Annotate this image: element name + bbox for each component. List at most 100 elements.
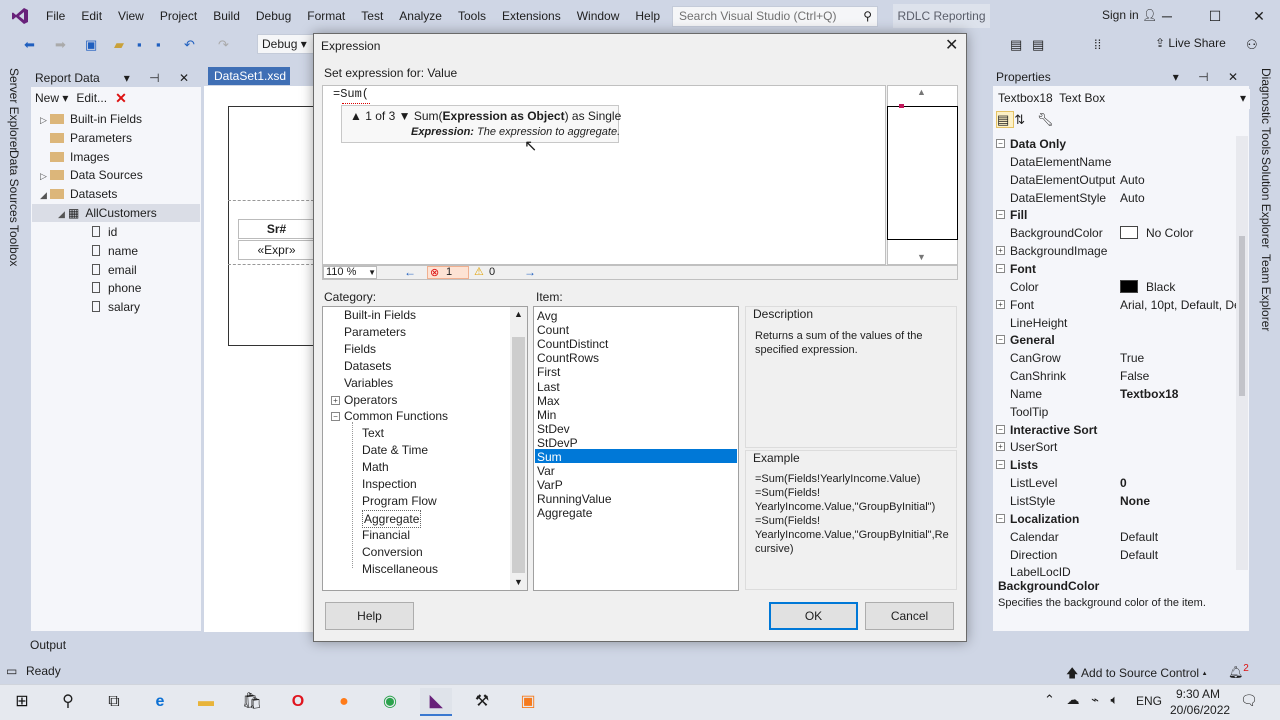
save-icon[interactable]: ▪ (137, 37, 142, 52)
category-item[interactable]: Common Functions (344, 408, 448, 424)
menu-item-file[interactable]: File (38, 0, 73, 32)
object-selector[interactable]: Textbox18 Text Box ▾ (994, 89, 1250, 109)
category-item[interactable]: Inspection (362, 476, 417, 492)
property-value[interactable]: Auto (1120, 171, 1236, 189)
menu-item-help[interactable]: Help (627, 0, 668, 32)
property-row[interactable]: CanShrink False (996, 367, 1236, 385)
language-indicator[interactable]: ENG (1136, 694, 1162, 708)
data-sources-tab[interactable]: Data Sources (7, 150, 21, 223)
property-value[interactable]: True (1120, 349, 1236, 367)
panel-pin-close-icon[interactable]: ▾ ⊣ ✕ (124, 71, 197, 85)
firefox-icon[interactable]: ● (330, 688, 358, 716)
menu-item-edit[interactable]: Edit (73, 0, 110, 32)
action-center-icon[interactable]: 🗨︎ (1240, 692, 1258, 709)
property-row[interactable]: + BackgroundImage (996, 242, 1236, 260)
category-item[interactable]: Conversion (362, 544, 423, 560)
system-tray-icons[interactable]: ⌃ ☁ ⌁ 🔈︎ (1044, 692, 1122, 708)
category-item[interactable]: Operators (344, 392, 397, 408)
dialog-close-button[interactable]: ✕ (945, 35, 958, 55)
property-row[interactable]: − Lists (996, 456, 1236, 474)
align2-icon[interactable]: ▤ (1032, 37, 1044, 53)
feedback-icon[interactable]: ⚇ (1246, 37, 1258, 53)
expand-arrow-icon[interactable]: ▷ (40, 167, 50, 185)
property-value[interactable]: 0 (1120, 474, 1236, 492)
property-value[interactable]: No Color (1120, 224, 1236, 242)
scrollbar-thumb[interactable] (512, 337, 525, 573)
item-entry[interactable]: Last (537, 380, 560, 394)
property-row[interactable]: + UserSort (996, 438, 1236, 456)
item-entry[interactable]: VarP (537, 478, 563, 492)
forward-icon[interactable]: ➡ (55, 37, 66, 53)
toolbox-tab[interactable]: Toolbox (7, 225, 21, 266)
team-explorer-tab[interactable]: Team Explorer (1259, 254, 1273, 331)
property-row[interactable]: CanGrow True (996, 349, 1236, 367)
property-row[interactable]: DataElementOutput Auto (996, 171, 1236, 189)
undo-icon[interactable]: ↶ (184, 37, 195, 53)
back-icon[interactable]: ⬅ (24, 37, 35, 53)
property-row[interactable]: Name Textbox18 (996, 385, 1236, 403)
category-item[interactable]: Variables (344, 375, 393, 391)
menu-item-build[interactable]: Build (205, 0, 248, 32)
item-entry[interactable]: CountDistinct (537, 337, 608, 351)
category-item[interactable]: Aggregate (362, 509, 422, 528)
property-row[interactable]: ListStyle None (996, 492, 1236, 510)
item-entry[interactable]: First (537, 365, 560, 379)
minimize-button[interactable]: ─ (1144, 0, 1190, 32)
close-window-button[interactable]: ✕ (1236, 0, 1280, 32)
tree-field-name[interactable]: name (92, 242, 138, 260)
category-item[interactable]: Miscellaneous (362, 561, 438, 577)
expand-arrow-icon[interactable]: ▷ (40, 111, 50, 129)
document-tab[interactable]: DataSet1.xsd (208, 67, 290, 85)
menu-item-tools[interactable]: Tools (450, 0, 494, 32)
app-icon[interactable]: ▣ (514, 688, 542, 716)
menu-item-debug[interactable]: Debug (248, 0, 299, 32)
property-row[interactable]: − Font (996, 260, 1236, 278)
category-item[interactable]: Fields (344, 341, 376, 357)
notification-icon[interactable]: 🔔︎2 (1228, 663, 1249, 679)
search-icon[interactable]: ⚲ (54, 688, 82, 716)
property-value[interactable]: Textbox18 (1120, 385, 1236, 403)
item-entry[interactable]: Avg (537, 309, 557, 323)
property-row[interactable]: BackgroundColor No Color (996, 224, 1236, 242)
property-row[interactable]: Color Black (996, 278, 1236, 296)
item-entry[interactable]: RunningValue (537, 492, 612, 506)
menu-item-extensions[interactable]: Extensions (494, 0, 569, 32)
tree-field-salary[interactable]: salary (92, 298, 140, 316)
item-entry[interactable]: Min (537, 408, 556, 422)
expression-code[interactable]: =Sum( (333, 87, 369, 101)
redo-icon[interactable]: ↷ (218, 37, 229, 53)
item-entry[interactable]: Max (537, 394, 560, 408)
category-item[interactable]: Financial (362, 527, 410, 543)
save-all-icon[interactable]: ▪ (156, 37, 161, 52)
property-row[interactable]: − General (996, 331, 1236, 349)
collapse-icon[interactable]: − (996, 513, 1005, 523)
error-count-badge[interactable]: ⊗ 1 (427, 266, 469, 279)
item-entry[interactable]: Var (537, 464, 555, 478)
previous-overload-icon[interactable]: ▲ (350, 109, 362, 123)
menu-item-project[interactable]: Project (152, 0, 205, 32)
file-explorer-icon[interactable]: ▬ (192, 688, 220, 716)
tree-field-email[interactable]: email (92, 261, 137, 279)
category-item[interactable]: Built-in Fields (344, 307, 416, 323)
diagnostic-tools-tab[interactable]: Diagnostic Tools (1259, 68, 1273, 155)
previous-error-icon[interactable]: ← (404, 265, 416, 279)
item-entry[interactable]: CountRows (537, 351, 599, 365)
visual-studio-taskbar-icon[interactable]: ◣ (420, 688, 452, 716)
property-value[interactable]: Default (1120, 546, 1236, 564)
search-input[interactable]: Search Visual Studio (Ctrl+Q) ⚲ (672, 6, 878, 27)
expand-icon[interactable]: + (996, 246, 1005, 256)
tree-images[interactable]: Images (40, 148, 109, 166)
scroll-down-icon[interactable]: ▼ (917, 252, 926, 262)
visual-studio-logo-icon[interactable] (6, 0, 34, 32)
next-overload-icon[interactable]: ▼ (399, 109, 411, 123)
align-icon[interactable]: ▤ (1010, 37, 1022, 53)
property-value[interactable]: Arial, 10pt, Default, Def (1120, 296, 1236, 314)
cancel-button[interactable]: Cancel (865, 602, 954, 630)
property-row[interactable]: DataElementName (996, 153, 1236, 171)
next-error-icon[interactable]: → (524, 265, 536, 279)
maximize-button[interactable]: ☐ (1192, 0, 1238, 32)
tree-datasets[interactable]: ◢ Datasets (40, 185, 117, 203)
item-entry[interactable]: StDev (537, 422, 570, 436)
collapse-icon[interactable]: − (996, 139, 1005, 148)
collapse-icon[interactable]: − (996, 460, 1005, 470)
